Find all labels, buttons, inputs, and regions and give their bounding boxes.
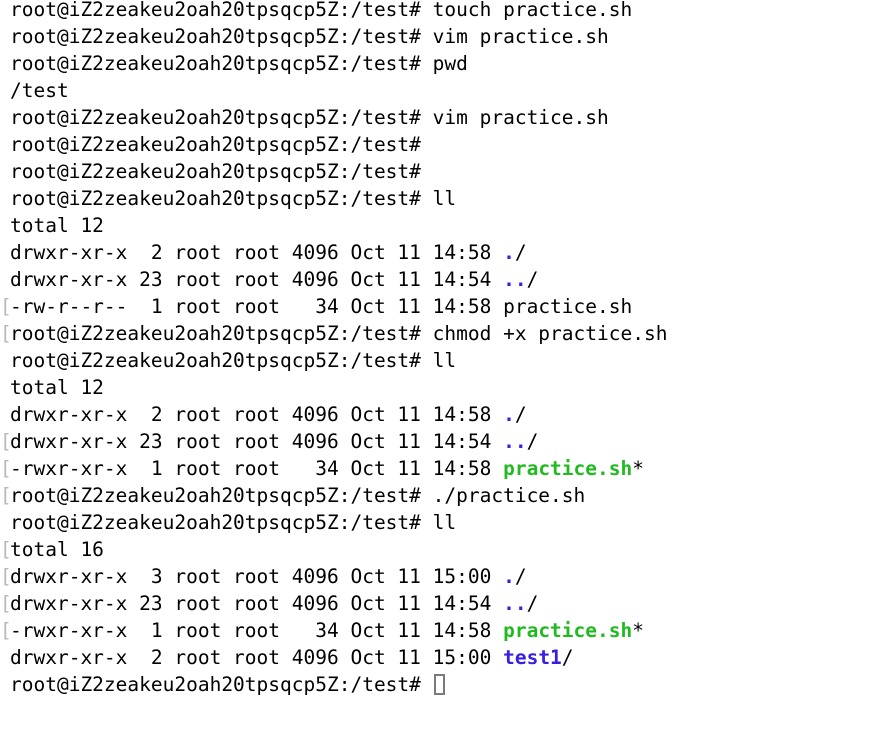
directory-slash-indicator: / [526, 268, 539, 291]
terminal-command-line: root@iZ2zeakeu2oah20tpsqcp5Z:/test# ll [0, 185, 872, 212]
terminal-output-line: drwxr-xr-x 2 root root 4096 Oct 11 15:00… [0, 644, 872, 671]
shell-command: ./practice.sh [420, 484, 586, 507]
directory-slash-indicator: / [561, 646, 574, 669]
shell-command: ll [420, 349, 457, 372]
output-text: total 12 [10, 376, 104, 399]
terminal-output-line: drwxr-xr-x 2 root root 4096 Oct 11 14:58… [0, 239, 872, 266]
terminal-output-line: -rwxr-xr-x 1 root root 34 Oct 11 14:58 p… [0, 617, 872, 644]
shell-prompt: root@iZ2zeakeu2oah20tpsqcp5Z:/test# [10, 322, 421, 345]
output-text: drwxr-xr-x 23 root root 4096 Oct 11 14:5… [10, 430, 504, 453]
terminal-command-line: root@iZ2zeakeu2oah20tpsqcp5Z:/test# ll [0, 347, 872, 374]
output-text: -rw-r--r-- 1 root root 34 Oct 11 14:58 [10, 295, 504, 318]
terminal-command-line: root@iZ2zeakeu2oah20tpsqcp5Z:/test# vim … [0, 104, 872, 131]
text-cursor [433, 674, 445, 695]
shell-prompt: root@iZ2zeakeu2oah20tpsqcp5Z:/test# [10, 106, 421, 129]
output-text: total 16 [10, 538, 104, 561]
shell-command: ll [420, 511, 457, 534]
output-text: -rwxr-xr-x 1 root root 34 Oct 11 14:58 [10, 619, 504, 642]
shell-prompt: root@iZ2zeakeu2oah20tpsqcp5Z:/test# [10, 484, 421, 507]
shell-prompt: root@iZ2zeakeu2oah20tpsqcp5Z:/test# [10, 25, 421, 48]
executable-star-indicator: * [632, 619, 644, 642]
terminal-window[interactable]: root@iZ2zeakeu2oah20tpsqcp5Z:/test# touc… [0, 0, 872, 736]
executable-name: practice.sh [503, 619, 633, 642]
terminal-output-line: drwxr-xr-x 23 root root 4096 Oct 11 14:5… [0, 590, 872, 617]
terminal-output-line: drwxr-xr-x 3 root root 4096 Oct 11 15:00… [0, 563, 872, 590]
terminal-output-line: drwxr-xr-x 2 root root 4096 Oct 11 14:58… [0, 401, 872, 428]
output-text: total 12 [10, 214, 104, 237]
directory-name: test1 [503, 646, 562, 669]
terminal-output-line: -rwxr-xr-x 1 root root 34 Oct 11 14:58 p… [0, 455, 872, 482]
directory-name: . [503, 403, 515, 426]
directory-slash-indicator: / [514, 403, 527, 426]
output-text: drwxr-xr-x 3 root root 4096 Oct 11 15:00 [10, 565, 504, 588]
directory-slash-indicator: / [526, 430, 539, 453]
terminal-screen[interactable]: root@iZ2zeakeu2oah20tpsqcp5Z:/test# touc… [0, 0, 872, 698]
file-name: practice.sh [503, 295, 633, 318]
terminal-command-line: root@iZ2zeakeu2oah20tpsqcp5Z:/test# vim … [0, 23, 872, 50]
directory-slash-indicator: / [526, 592, 539, 615]
terminal-command-line: root@iZ2zeakeu2oah20tpsqcp5Z:/test# ll [0, 509, 872, 536]
shell-command: pwd [420, 52, 468, 75]
terminal-output-line: -rw-r--r-- 1 root root 34 Oct 11 14:58 p… [0, 293, 872, 320]
output-text: -rwxr-xr-x 1 root root 34 Oct 11 14:58 [10, 457, 504, 480]
shell-command: touch practice.sh [420, 0, 633, 21]
output-text: drwxr-xr-x 23 root root 4096 Oct 11 14:5… [10, 268, 504, 291]
executable-star-indicator: * [632, 457, 644, 480]
shell-prompt: root@iZ2zeakeu2oah20tpsqcp5Z:/test# [10, 349, 421, 372]
shell-command: vim practice.sh [420, 106, 609, 129]
terminal-output-line: /test [0, 77, 872, 104]
shell-command: vim practice.sh [420, 25, 609, 48]
shell-command [421, 673, 433, 696]
executable-name: practice.sh [503, 457, 633, 480]
directory-name: .. [503, 430, 527, 453]
shell-command: chmod +x practice.sh [420, 322, 668, 345]
directory-name: .. [503, 268, 527, 291]
directory-name: .. [503, 592, 527, 615]
shell-prompt: root@iZ2zeakeu2oah20tpsqcp5Z:/test# [10, 187, 421, 210]
terminal-output-line: total 12 [0, 374, 872, 401]
shell-prompt: root@iZ2zeakeu2oah20tpsqcp5Z:/test# [10, 160, 421, 183]
directory-name: . [503, 565, 515, 588]
terminal-command-line: root@iZ2zeakeu2oah20tpsqcp5Z:/test# pwd [0, 50, 872, 77]
terminal-output-line: total 16 [0, 536, 872, 563]
output-text: drwxr-xr-x 2 root root 4096 Oct 11 15:00 [10, 646, 504, 669]
output-text: drwxr-xr-x 2 root root 4096 Oct 11 14:58 [10, 241, 504, 264]
shell-prompt: root@iZ2zeakeu2oah20tpsqcp5Z:/test# [10, 673, 421, 696]
terminal-output-line: drwxr-xr-x 23 root root 4096 Oct 11 14:5… [0, 266, 872, 293]
shell-prompt: root@iZ2zeakeu2oah20tpsqcp5Z:/test# [10, 0, 421, 21]
shell-prompt: root@iZ2zeakeu2oah20tpsqcp5Z:/test# [10, 52, 421, 75]
terminal-command-line: root@iZ2zeakeu2oah20tpsqcp5Z:/test# [0, 158, 872, 185]
terminal-command-line: root@iZ2zeakeu2oah20tpsqcp5Z:/test# touc… [0, 0, 872, 23]
directory-slash-indicator: / [514, 241, 527, 264]
directory-name: . [503, 241, 515, 264]
terminal-output-line: drwxr-xr-x 23 root root 4096 Oct 11 14:5… [0, 428, 872, 455]
shell-prompt: root@iZ2zeakeu2oah20tpsqcp5Z:/test# [10, 133, 421, 156]
output-text: /test [10, 79, 69, 102]
shell-prompt: root@iZ2zeakeu2oah20tpsqcp5Z:/test# [10, 511, 421, 534]
output-text: drwxr-xr-x 23 root root 4096 Oct 11 14:5… [10, 592, 504, 615]
directory-slash-indicator: / [514, 565, 527, 588]
terminal-command-line: root@iZ2zeakeu2oah20tpsqcp5Z:/test# [0, 131, 872, 158]
output-text: drwxr-xr-x 2 root root 4096 Oct 11 14:58 [10, 403, 504, 426]
terminal-command-line: root@iZ2zeakeu2oah20tpsqcp5Z:/test# ./pr… [0, 482, 872, 509]
terminal-command-line: root@iZ2zeakeu2oah20tpsqcp5Z:/test# chmo… [0, 320, 872, 347]
shell-command: ll [420, 187, 457, 210]
terminal-command-line: root@iZ2zeakeu2oah20tpsqcp5Z:/test# [0, 671, 872, 698]
terminal-output-line: total 12 [0, 212, 872, 239]
